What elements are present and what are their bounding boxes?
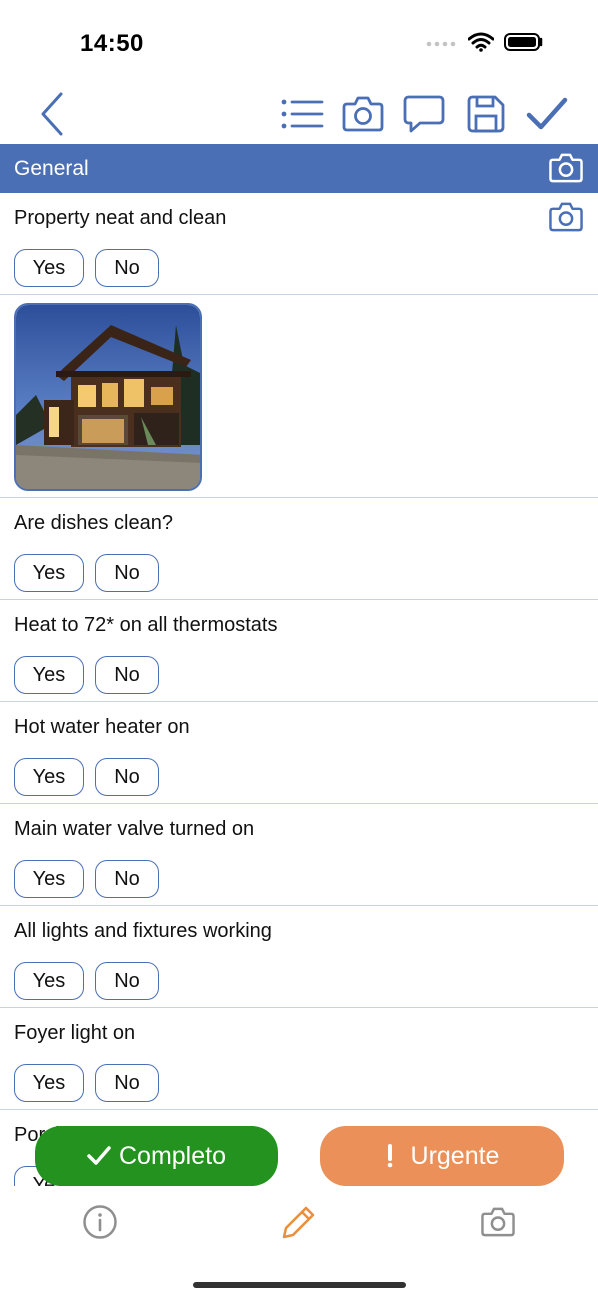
no-button[interactable]: No xyxy=(95,554,159,592)
no-button[interactable]: No xyxy=(95,656,159,694)
info-icon xyxy=(83,1205,117,1239)
confirm-button[interactable] xyxy=(523,90,571,138)
yes-button[interactable]: Yes xyxy=(14,554,84,592)
item-camera-button[interactable] xyxy=(548,200,584,236)
checklist-item: Main water valve turned on Yes No xyxy=(0,804,598,906)
photo-row xyxy=(0,295,598,498)
exclamation-icon xyxy=(387,1144,392,1168)
house-photo[interactable] xyxy=(14,303,202,491)
checklist: Property neat and clean Yes No Are dishe… xyxy=(0,193,598,1186)
checklist-item: Property neat and clean Yes No xyxy=(0,193,598,295)
comment-button[interactable] xyxy=(400,90,448,138)
wifi-icon xyxy=(468,32,494,52)
no-button[interactable]: No xyxy=(95,1064,159,1102)
checkmark-icon xyxy=(87,1146,111,1165)
back-button[interactable] xyxy=(28,90,76,138)
section-camera-button[interactable] xyxy=(548,151,584,187)
no-button[interactable]: No xyxy=(95,758,159,796)
yes-button[interactable]: Yes xyxy=(14,962,84,1000)
section-header: General xyxy=(0,144,598,193)
list-icon xyxy=(281,99,324,129)
yes-button[interactable]: Yes xyxy=(14,249,84,287)
comment-icon xyxy=(403,95,445,133)
tab-bar xyxy=(0,1190,598,1252)
list-button[interactable] xyxy=(278,90,326,138)
completo-label: Completo xyxy=(119,1141,226,1170)
section-title: General xyxy=(14,157,89,180)
item-label: All lights and fixtures working xyxy=(14,920,272,942)
item-label: Foyer light on xyxy=(14,1022,136,1044)
pencil-icon xyxy=(282,1206,315,1239)
item-label: Heat to 72* on all thermostats xyxy=(14,614,278,636)
urgente-label: Urgente xyxy=(410,1141,500,1170)
yes-button[interactable]: Yes xyxy=(14,860,84,898)
checklist-item: All lights and fixtures working Yes No xyxy=(0,906,598,1008)
urgente-button[interactable]: Urgente xyxy=(320,1126,564,1186)
completo-button[interactable]: Completo xyxy=(35,1126,278,1186)
yes-button[interactable]: Yes xyxy=(14,758,84,796)
camera-button[interactable] xyxy=(339,90,387,138)
house-image xyxy=(16,305,200,489)
signal-icon xyxy=(426,41,456,47)
no-button[interactable]: No xyxy=(95,962,159,1000)
item-label: Are dishes clean? xyxy=(14,512,173,534)
home-indicator xyxy=(193,1282,406,1288)
tab-camera[interactable] xyxy=(478,1202,518,1242)
checklist-item: Are dishes clean? Yes No xyxy=(0,498,598,600)
chevron-left-icon xyxy=(41,92,63,136)
save-icon xyxy=(467,95,505,133)
item-label: Main water valve turned on xyxy=(14,818,255,840)
no-button[interactable]: No xyxy=(95,249,159,287)
checkmark-icon xyxy=(526,97,568,130)
item-label: Property neat and clean xyxy=(14,207,227,229)
tab-edit[interactable] xyxy=(279,1202,319,1242)
item-label: Hot water heater on xyxy=(14,716,190,738)
checklist-item: Heat to 72* on all thermostats Yes No xyxy=(0,600,598,702)
nav-bar xyxy=(0,84,598,144)
battery-icon xyxy=(504,33,543,51)
checklist-item: Hot water heater on Yes No xyxy=(0,702,598,804)
status-icons xyxy=(426,32,544,52)
camera-icon xyxy=(342,96,384,132)
camera-icon xyxy=(481,1207,515,1237)
status-time: 14:50 xyxy=(80,30,144,57)
camera-icon xyxy=(549,153,583,183)
yes-button[interactable]: Yes xyxy=(14,1064,84,1102)
camera-icon xyxy=(549,202,583,232)
no-button[interactable]: No xyxy=(95,860,159,898)
tab-info[interactable] xyxy=(80,1202,120,1242)
status-bar: 14:50 xyxy=(0,0,598,84)
checklist-item: Foyer light on Yes No xyxy=(0,1008,598,1110)
save-button[interactable] xyxy=(462,90,510,138)
yes-button[interactable]: Yes xyxy=(14,656,84,694)
